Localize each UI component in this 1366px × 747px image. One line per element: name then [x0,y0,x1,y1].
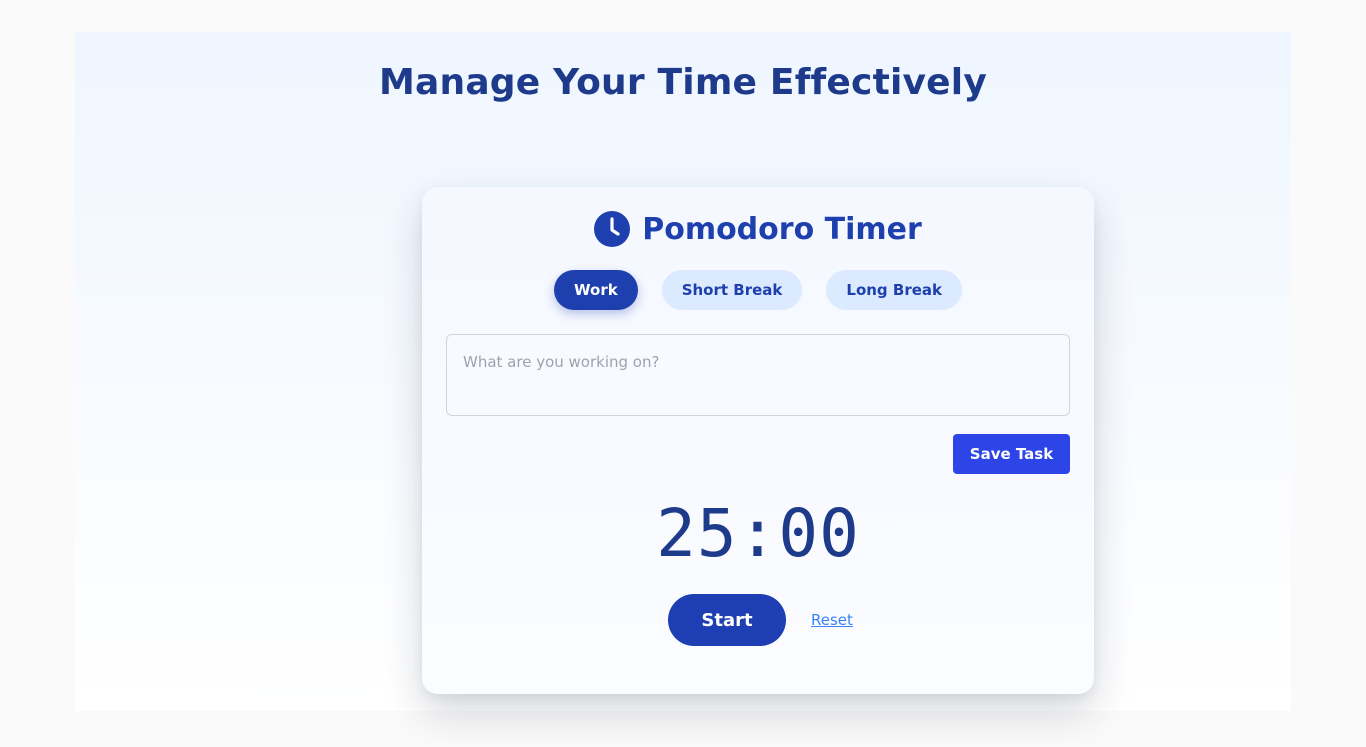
timer-display: 25:00 [656,495,860,572]
task-input[interactable] [446,334,1070,416]
pomodoro-card: Pomodoro Timer Work Short Break Long Bre… [422,187,1094,694]
card-header: Pomodoro Timer [422,210,1094,248]
page-background: Manage Your Time Effectively Pomodoro Ti… [75,32,1291,711]
clock-icon [594,211,631,247]
tab-work[interactable]: Work [554,270,638,310]
mode-tabs: Work Short Break Long Break [422,270,1094,310]
start-button[interactable]: Start [668,594,786,646]
card-title: Pomodoro Timer [642,211,922,247]
tab-long-break[interactable]: Long Break [826,270,962,310]
tab-short-break[interactable]: Short Break [661,270,803,310]
save-task-button[interactable]: Save Task [953,434,1070,474]
page-title: Manage Your Time Effectively [378,62,988,103]
reset-link[interactable]: Reset [811,611,853,629]
timer-controls: Start Reset [668,594,853,646]
